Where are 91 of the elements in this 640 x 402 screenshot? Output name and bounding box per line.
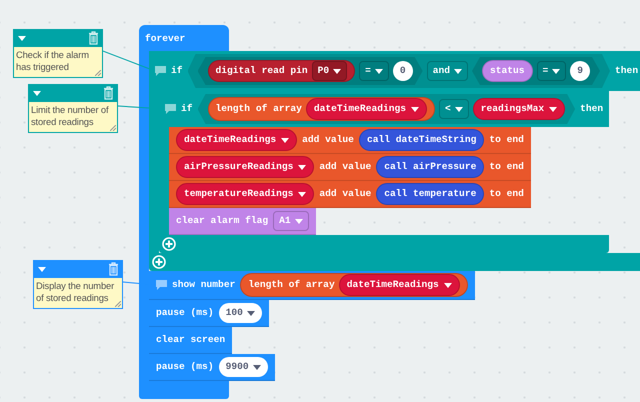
dropdown-field[interactable]: <: [439, 99, 469, 119]
boolean-block[interactable]: status = 9: [472, 57, 600, 85]
dropdown-caret-icon: [454, 106, 463, 112]
comment-header[interactable]: [28, 84, 118, 102]
block-label: to end: [489, 186, 524, 201]
block-label: forever: [145, 32, 186, 46]
boolean-block[interactable]: digital read pin P0 = 0: [198, 57, 423, 85]
if-block-header[interactable]: if length of array dateTimeReadings < readingsMax then: [159, 91, 610, 127]
number-field[interactable]: 100: [218, 303, 262, 323]
code-block[interactable]: pause (ms) 9900: [149, 354, 275, 381]
leader-line: [102, 50, 156, 72]
if-block-header[interactable]: if digital read pin P0 = 0 and status = 9 then: [149, 51, 640, 91]
block-label: if: [171, 64, 183, 78]
variable-dropdown[interactable]: airPressureReadings: [176, 156, 314, 178]
resize-grip-icon[interactable]: [115, 301, 121, 307]
boolean-block[interactable]: length of array dateTimeReadings < readingsMax: [198, 94, 576, 124]
resize-grip-icon[interactable]: [95, 70, 101, 76]
add-icon[interactable]: [152, 255, 166, 269]
comment-icon[interactable]: [165, 104, 176, 114]
variable-dropdown[interactable]: dateTimeReadings: [338, 274, 460, 296]
block-label: status: [490, 64, 525, 78]
variable-dropdown[interactable]: temperatureReadings: [176, 183, 314, 205]
resize-grip-icon[interactable]: [110, 125, 116, 131]
variable-dropdown[interactable]: readingsMax: [472, 98, 566, 120]
block-label: then: [580, 102, 604, 116]
number-field[interactable]: 0: [392, 61, 413, 81]
block-label: add value: [302, 132, 354, 147]
comment-text[interactable]: Display the number of stored readings: [33, 278, 123, 309]
trash-icon[interactable]: [88, 31, 99, 45]
block-label: then: [615, 64, 638, 78]
collapse-caret-icon[interactable]: [33, 90, 41, 96]
comment-icon[interactable]: [156, 280, 167, 290]
reporter-block[interactable]: call airPressure: [376, 156, 484, 178]
block-label: digital read pin: [216, 64, 308, 78]
comment-icon[interactable]: [155, 66, 166, 76]
block-label: if: [181, 102, 193, 116]
add-icon[interactable]: [162, 237, 176, 251]
dropdown-caret-icon: [549, 106, 558, 112]
code-block[interactable]: clear screen: [149, 327, 232, 354]
code-block[interactable]: airPressureReadings add value call airPressure to end: [169, 154, 531, 181]
block-label: clear screen: [156, 332, 226, 347]
event-block-header[interactable]: forever: [139, 25, 229, 51]
dropdown-caret-icon: [454, 68, 462, 74]
dropdown-field[interactable]: =: [536, 61, 566, 81]
dropdown-caret-icon: [374, 68, 383, 74]
comment-header[interactable]: [33, 260, 123, 278]
trash-icon[interactable]: [103, 86, 114, 100]
block-label: pause (ms): [156, 360, 214, 374]
block-label: to end: [489, 132, 524, 147]
variable-dropdown[interactable]: dateTimeReadings: [176, 129, 298, 151]
dropdown-caret-icon: [281, 138, 290, 142]
comment-text[interactable]: Check if the alarm has triggered: [13, 47, 103, 78]
reporter-block[interactable]: call dateTimeString: [358, 129, 484, 151]
number-field[interactable]: 9900: [218, 357, 268, 377]
trash-icon[interactable]: [108, 262, 119, 276]
collapse-caret-icon[interactable]: [18, 36, 26, 40]
block-label: show number: [172, 278, 236, 292]
variable-dropdown[interactable]: dateTimeReadings: [306, 98, 427, 120]
block-label: call temperature: [384, 186, 476, 201]
collapse-caret-icon[interactable]: [38, 266, 46, 272]
dropdown-field[interactable]: and: [426, 61, 468, 81]
code-block[interactable]: pause (ms) 100: [149, 300, 269, 327]
dropdown-caret-icon: [552, 68, 560, 74]
block-label: to end: [489, 160, 524, 174]
reporter-block[interactable]: call temperature: [376, 183, 484, 205]
reporter-block[interactable]: length of array dateTimeReadings: [240, 273, 468, 297]
dropdown-caret-icon: [444, 282, 452, 288]
dropdown-field[interactable]: =: [359, 61, 389, 81]
reporter-block[interactable]: digital read pin P0: [208, 60, 356, 82]
block-label: pause (ms): [156, 306, 214, 320]
dropdown-caret-icon: [411, 106, 419, 112]
number-field[interactable]: 9: [570, 61, 590, 81]
dropdown-caret-icon: [298, 164, 306, 170]
code-block[interactable]: dateTimeReadings add value call dateTimeString to end: [169, 127, 531, 154]
dropdown-field[interactable]: P0: [312, 61, 348, 81]
comment-text[interactable]: Limit the number of stored readings: [28, 102, 118, 133]
code-block[interactable]: temperatureReadings add value call temperature to end: [169, 181, 531, 208]
block-label: add value: [319, 186, 372, 201]
block-label: add value: [319, 160, 372, 174]
code-block[interactable]: show number length of array dateTimeReadings: [149, 271, 475, 300]
comment-header[interactable]: [13, 29, 103, 47]
dropdown-caret-icon: [333, 68, 342, 74]
dropdown-caret-icon: [294, 218, 303, 224]
reporter-block[interactable]: length of array dateTimeReadings: [208, 97, 435, 121]
block-label: call dateTimeString: [366, 132, 476, 147]
dropdown-caret-icon: [298, 192, 306, 196]
boolean-block[interactable]: digital read pin P0 = 0 and status = 9: [188, 54, 610, 88]
block-label: clear alarm flag: [176, 214, 268, 228]
block-label: length of array: [216, 102, 302, 116]
block-label: call airPressure: [384, 160, 476, 174]
block-label: length of array: [248, 278, 335, 292]
